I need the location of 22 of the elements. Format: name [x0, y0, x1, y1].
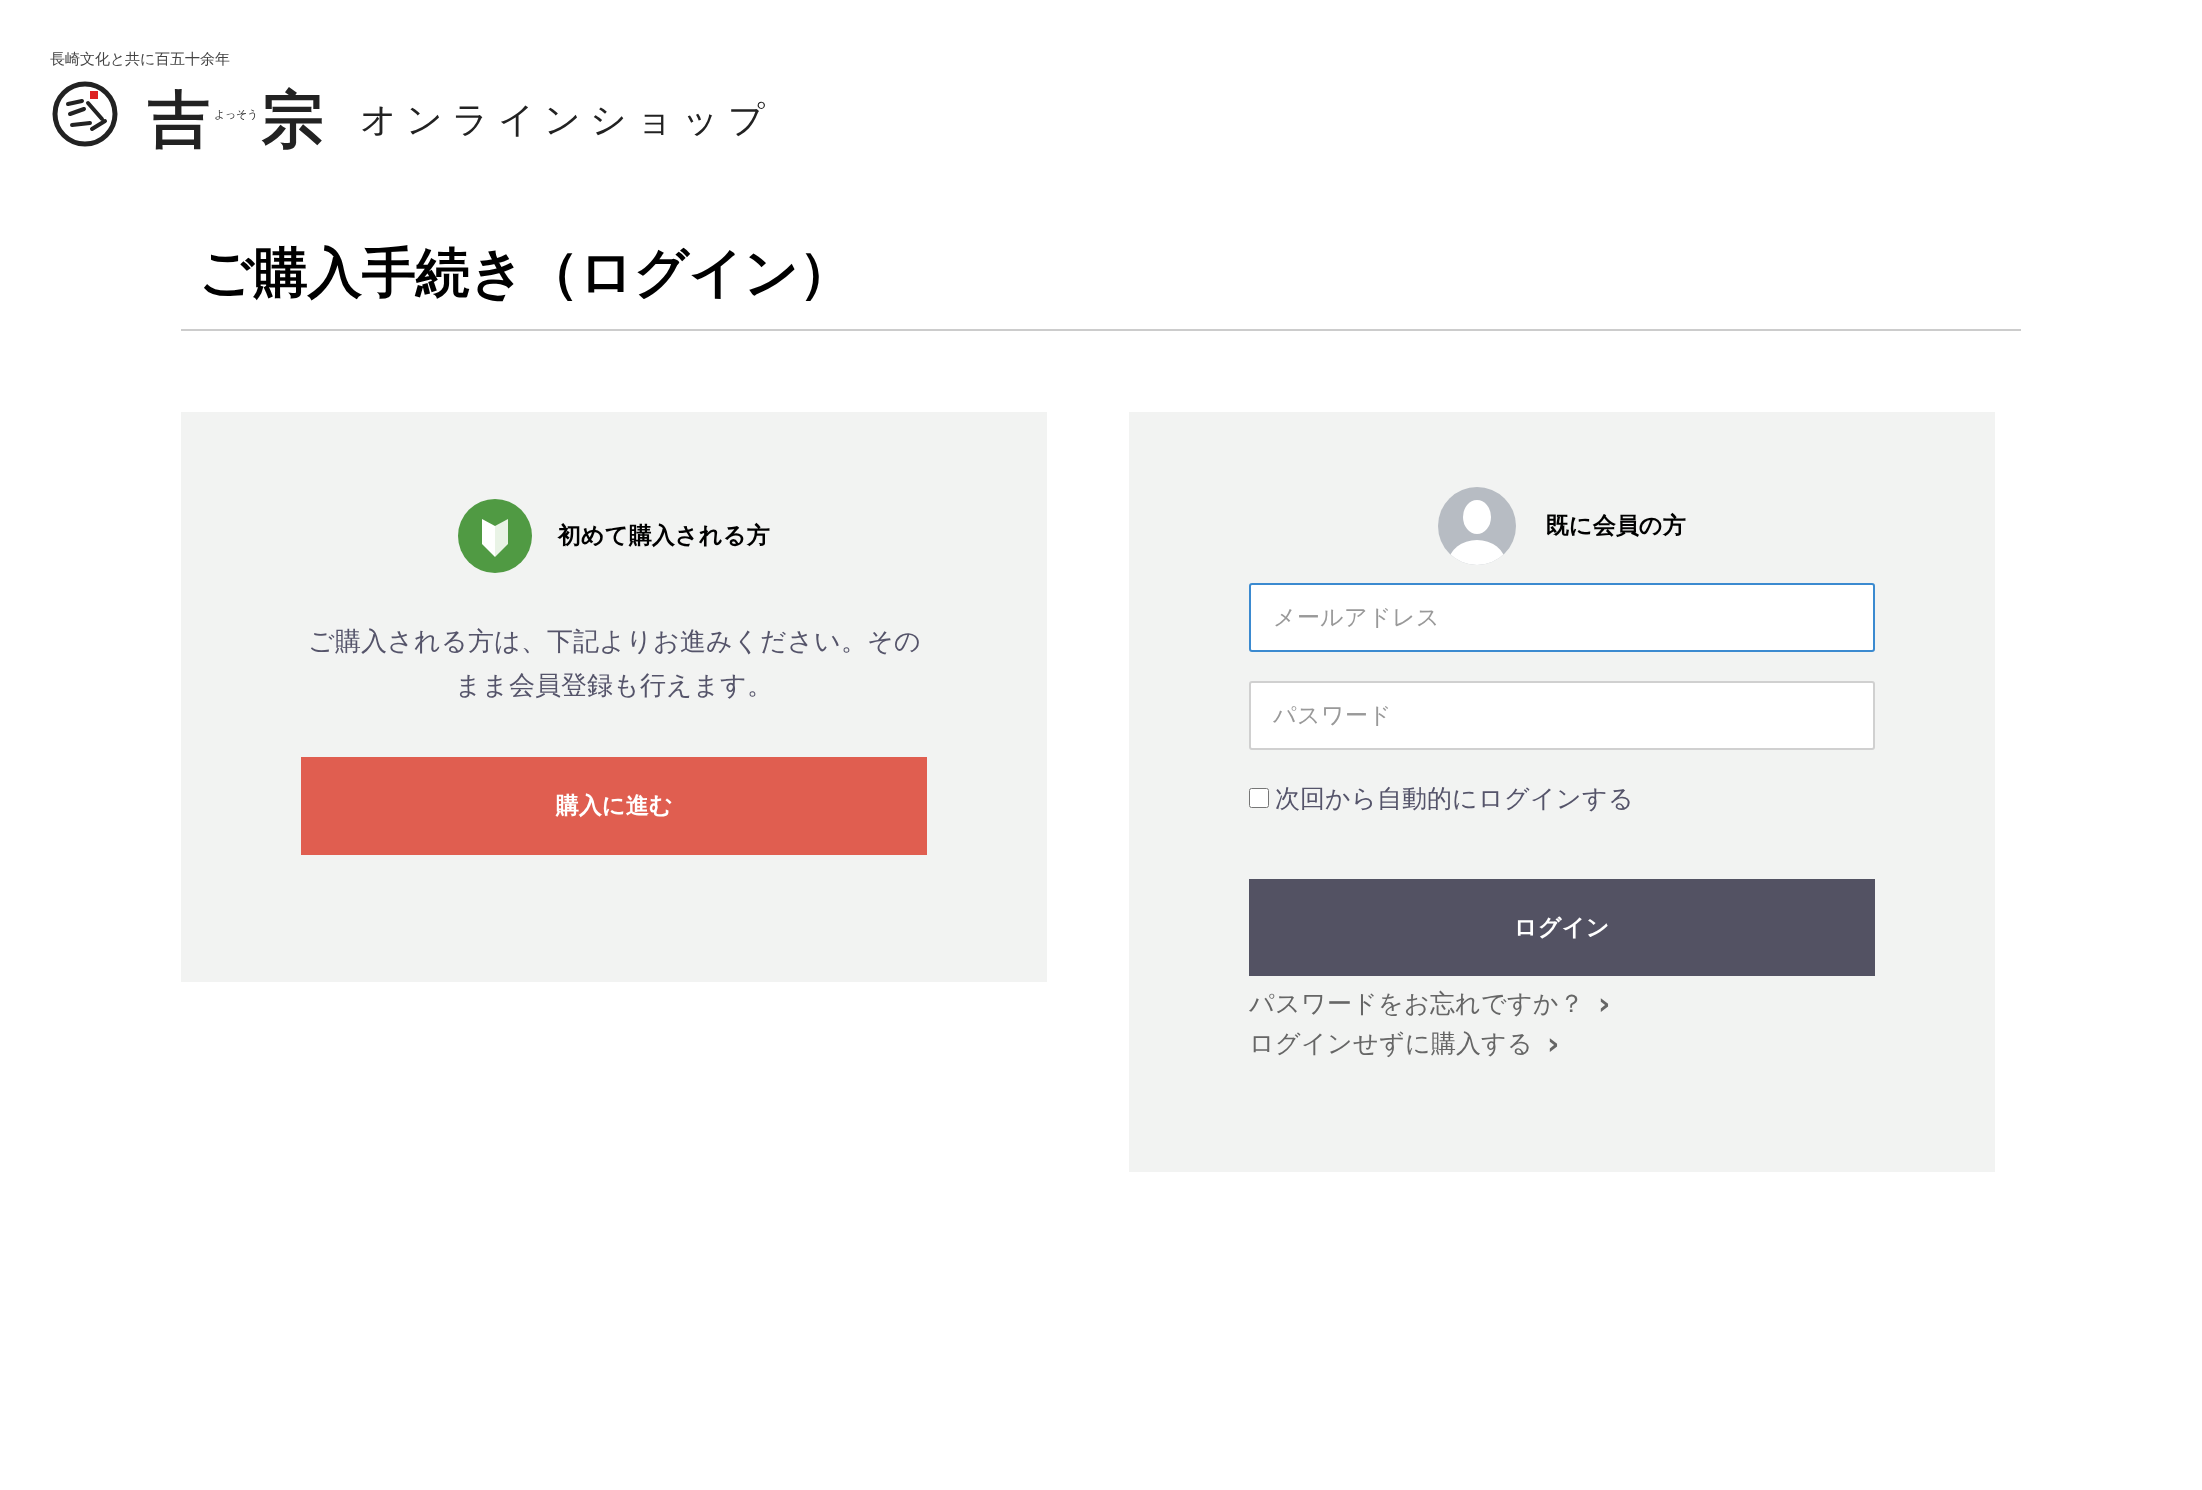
remember-label: 次回から自動的にログインする	[1275, 782, 1634, 815]
tagline: 長崎文化と共に百五十余年	[50, 52, 230, 67]
text-link[interactable]: ログインせずに購入する ›	[1249, 1024, 1560, 1064]
email-field[interactable]: メールアドレス	[1249, 582, 1875, 652]
chevron-icon: ›	[1598, 984, 1611, 1024]
avatar-icon	[1438, 486, 1516, 565]
seal-logo-drawing	[50, 79, 120, 149]
proceed-button[interactable]: 購入に進む	[301, 756, 927, 855]
description-text: ご購入される方は、下記よりお進みください。そのまま会員登録も行えます。	[306, 624, 922, 702]
card-title: 既に会員の方	[1546, 510, 1686, 541]
remember-checkbox[interactable]	[1249, 788, 1269, 809]
text-link[interactable]: パスワードをお忘れですか？ ›	[1249, 984, 1611, 1024]
page-title: ご購入手続き（ログイン）	[199, 239, 854, 306]
brand-reading: よっそう	[214, 106, 258, 123]
beginner-mark-icon	[458, 498, 532, 573]
brand-character: 宗	[262, 89, 324, 151]
password-field[interactable]: パスワード	[1249, 680, 1875, 750]
shop-label: オンラインショップ	[360, 98, 774, 142]
login-button[interactable]: ログイン	[1249, 879, 1875, 976]
chevron-icon: ›	[1547, 1024, 1560, 1064]
brand-character: 吉	[148, 89, 210, 151]
card-title: 初めて購入される方	[558, 520, 770, 551]
